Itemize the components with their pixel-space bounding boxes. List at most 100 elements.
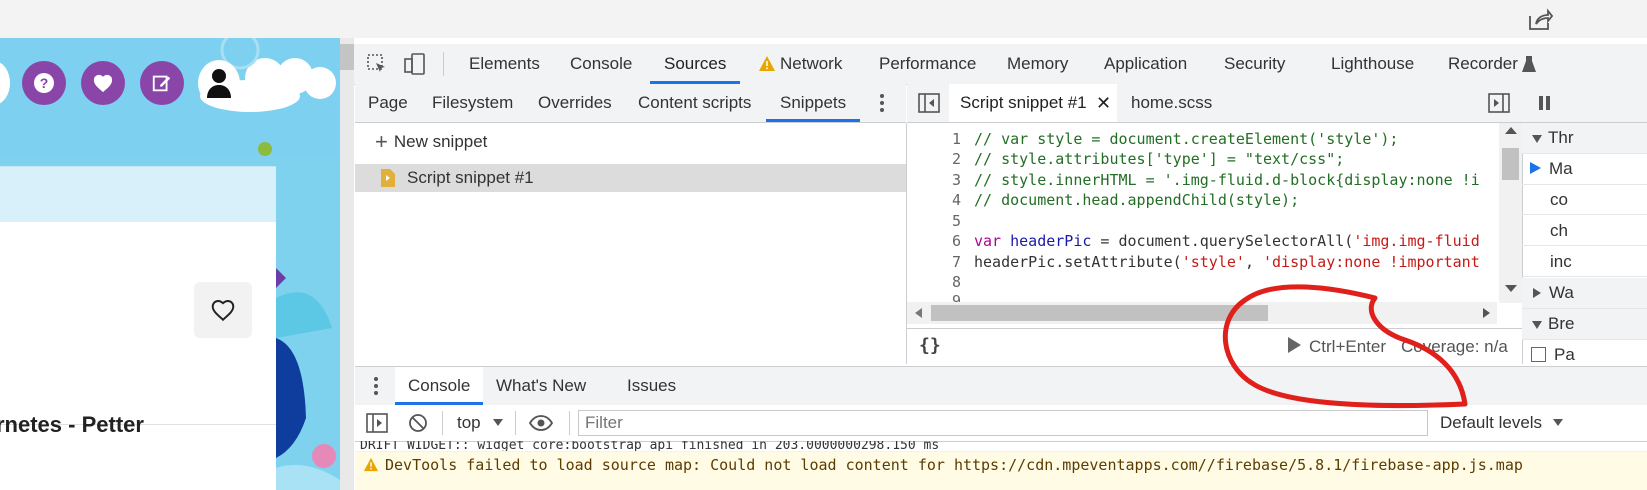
console-filter-input[interactable] [578, 410, 1428, 436]
horizontal-scroll-thumb[interactable] [931, 305, 1268, 321]
thread-item[interactable]: ch [1522, 216, 1647, 246]
tab-lighthouse[interactable]: Lighthouse [1331, 44, 1414, 84]
flask-icon [1522, 55, 1536, 73]
line-number: 8 [951, 273, 961, 291]
drawer-tab-issues[interactable]: Issues [627, 367, 676, 405]
tab-security[interactable]: Security [1224, 44, 1285, 84]
expand-arrow-icon [1532, 135, 1542, 143]
log-levels-dropdown[interactable]: Default levels [1440, 405, 1563, 441]
toolbar-divider [443, 52, 444, 76]
decorative-illustration [276, 268, 340, 490]
tab-sources[interactable]: Sources [650, 44, 741, 84]
collapse-arrow-icon [1533, 288, 1541, 298]
coverage-status[interactable]: Coverage: n/a [1401, 329, 1508, 365]
watch-section[interactable]: Wa [1522, 278, 1647, 309]
toolbar-divider [515, 411, 516, 435]
inspect-element-icon[interactable] [364, 52, 390, 76]
checkbox[interactable] [1531, 347, 1546, 362]
section-label: Bre [1548, 314, 1575, 333]
context-selector[interactable]: top [457, 405, 504, 441]
toolbar-divider [442, 411, 443, 435]
code-line: // style.innerHTML = '.img-fluid.d-block… [974, 171, 1480, 189]
clear-console-icon[interactable] [406, 412, 430, 434]
toggle-navigator-icon[interactable] [917, 92, 941, 114]
new-snippet-button[interactable]: + New snippet [375, 130, 487, 154]
tab-recorder[interactable]: Recorder [1448, 44, 1518, 84]
favorites-button[interactable] [81, 61, 125, 105]
scroll-left-arrow-icon[interactable] [915, 308, 922, 318]
tab-page[interactable]: Page [368, 84, 408, 122]
context-value: top [457, 413, 481, 432]
thread-main[interactable]: Ma [1522, 154, 1647, 185]
editor-tabbar: Script snippet #1 ✕ home.scss [907, 84, 1522, 123]
card-favorite-button[interactable] [194, 282, 252, 338]
run-snippet-icon[interactable] [1288, 337, 1301, 353]
chevron-down-icon [493, 419, 504, 426]
snippet-file-icon [381, 169, 395, 192]
close-icon[interactable]: ✕ [1096, 84, 1111, 122]
tab-elements[interactable]: Elements [469, 44, 540, 84]
tab-performance[interactable]: Performance [879, 44, 976, 84]
toggle-debugger-icon[interactable] [1487, 92, 1511, 114]
heart-icon [93, 74, 113, 93]
tab-content-scripts[interactable]: Content scripts [638, 84, 751, 122]
help-icon: ? [34, 73, 54, 93]
scroll-down-arrow-icon[interactable] [1505, 285, 1517, 292]
line-number: 7 [951, 253, 961, 271]
line-number: 1 [951, 130, 961, 148]
drawer-menu-icon[interactable] [369, 375, 383, 397]
pretty-print-button[interactable]: {} [919, 335, 941, 356]
editor-tab-home-scss[interactable]: home.scss [1131, 84, 1212, 122]
help-button[interactable]: ? [22, 61, 66, 105]
code-line: // style.attributes['type'] = "text/css"… [974, 150, 1345, 168]
share-icon[interactable] [1527, 8, 1554, 32]
eye-icon[interactable] [528, 413, 554, 433]
line-number: 6 [951, 232, 961, 250]
drawer-tab-whats-new[interactable]: What's New [496, 367, 586, 405]
thread-item[interactable]: inc [1522, 247, 1647, 277]
tab-console[interactable]: Console [570, 44, 632, 84]
devtools-resize-handle[interactable] [340, 38, 354, 490]
plus-icon: + [375, 129, 388, 154]
drawer-tab-console[interactable]: Console [395, 367, 484, 405]
edit-button[interactable] [140, 61, 184, 105]
toolbar-divider [569, 411, 570, 435]
console-sidebar-icon[interactable] [365, 412, 389, 434]
more-options-icon[interactable] [873, 92, 891, 114]
run-shortcut-label[interactable]: Ctrl+Enter [1309, 329, 1386, 365]
threads-section[interactable]: Thr [1522, 123, 1647, 154]
scroll-right-arrow-icon[interactable] [1483, 308, 1490, 318]
resize-handle-thumb[interactable] [340, 44, 354, 70]
status-dot [258, 142, 272, 156]
tab-application[interactable]: Application [1104, 44, 1187, 84]
course-title[interactable]: rnetes - Petter [0, 412, 144, 438]
heart-outline-icon [211, 300, 235, 322]
user-avatar[interactable] [198, 60, 240, 106]
tab-filesystem[interactable]: Filesystem [432, 84, 513, 122]
log-levels-label: Default levels [1440, 413, 1543, 432]
web-page-viewport: ? rnetes - Petter [0, 38, 340, 490]
line-number: 3 [951, 171, 961, 189]
thread-item[interactable]: co [1522, 185, 1647, 215]
pause-icon-bar [1546, 96, 1550, 110]
tab-snippets[interactable]: Snippets [766, 84, 861, 122]
device-toolbar-icon[interactable] [402, 52, 428, 76]
vertical-scroll-thumb[interactable] [1502, 148, 1519, 180]
code-line: // document.head.appendChild(style); [974, 191, 1300, 209]
card-header [0, 166, 276, 223]
snippet-item[interactable]: Script snippet #1 [355, 164, 906, 192]
tab-memory[interactable]: Memory [1007, 44, 1068, 84]
warning-icon [758, 55, 776, 73]
editor-status-bar: {} Ctrl+Enter Coverage: n/a [907, 328, 1522, 365]
section-label: Wa [1549, 283, 1574, 302]
new-snippet-label: New snippet [393, 132, 488, 151]
editor-tab-snippet[interactable]: Script snippet #1 ✕ [949, 84, 1117, 122]
tab-network[interactable]: Network [780, 44, 842, 84]
devtools-main-tabbar: Elements Console Sources Network Perform… [354, 44, 1647, 85]
code-line-highlighted: headerPic.setAttribute('style', 'display… [974, 253, 1480, 271]
scroll-up-arrow-icon[interactable] [1505, 127, 1517, 134]
breakpoints-section[interactable]: Bre [1522, 309, 1647, 340]
browser-toolbar [0, 0, 1647, 38]
tab-overrides[interactable]: Overrides [538, 84, 612, 122]
pause-icon[interactable] [1539, 96, 1543, 110]
